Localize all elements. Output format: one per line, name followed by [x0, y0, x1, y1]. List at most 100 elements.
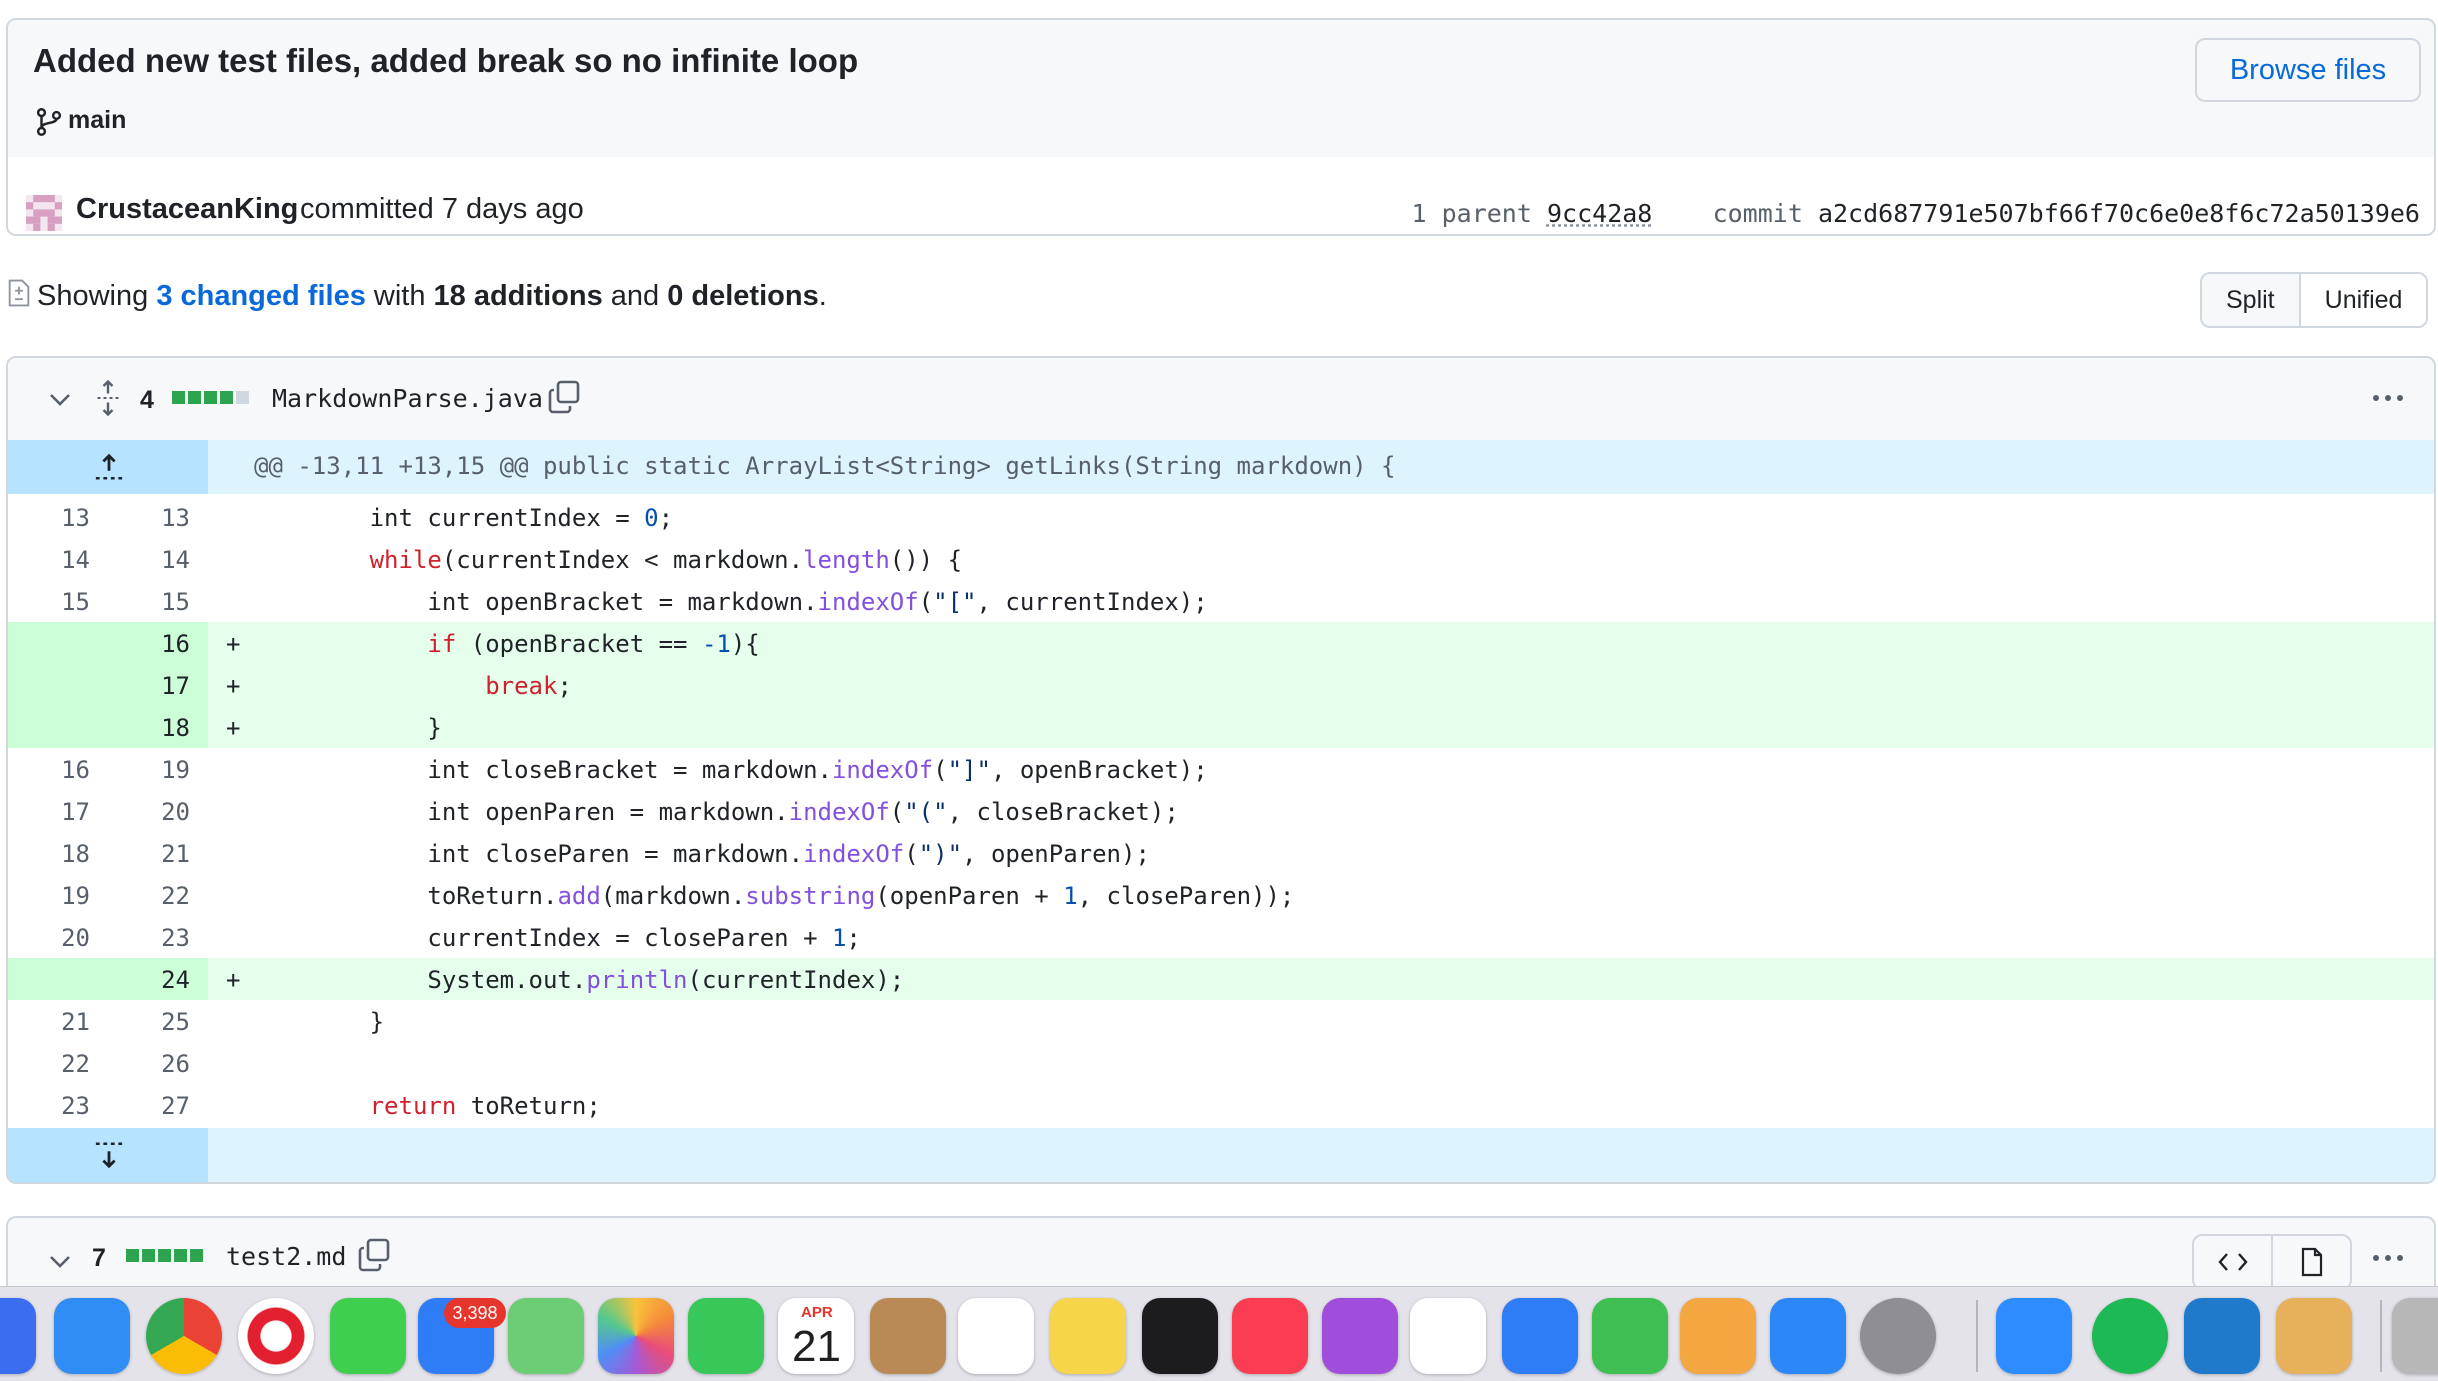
old-line-number[interactable]: 16: [30, 756, 90, 784]
keynote-icon[interactable]: [1502, 1298, 1578, 1374]
copy-icon[interactable]: [358, 1238, 390, 1272]
notes-icon[interactable]: [1050, 1298, 1126, 1374]
calendar-month: APR: [801, 1304, 833, 1321]
code-token: "]": [947, 756, 991, 784]
old-line-number[interactable]: 19: [30, 882, 90, 910]
dock-divider: [1976, 1300, 1978, 1372]
new-line-number[interactable]: 20: [130, 798, 190, 826]
new-line-number[interactable]: 23: [130, 924, 190, 952]
file-name[interactable]: test2.md: [226, 1242, 346, 1271]
chevron-down-icon[interactable]: [48, 392, 72, 408]
copy-icon[interactable]: [548, 380, 580, 414]
old-line-number[interactable]: 23: [30, 1092, 90, 1120]
code-token: , currentIndex);: [976, 588, 1208, 616]
music-icon[interactable]: [1232, 1298, 1308, 1374]
code-token: if: [427, 630, 457, 658]
avatar[interactable]: [26, 195, 62, 231]
rich-view-button[interactable]: [2271, 1236, 2350, 1288]
code-token: (: [889, 798, 905, 826]
old-line-number[interactable]: 20: [30, 924, 90, 952]
old-line-number[interactable]: 13: [30, 504, 90, 532]
new-line-number[interactable]: 18: [130, 714, 190, 742]
chrome-icon[interactable]: [146, 1298, 222, 1374]
parent-sha-link[interactable]: 9cc42a8: [1547, 199, 1652, 228]
maps-icon[interactable]: [508, 1298, 584, 1374]
photos-icon[interactable]: [598, 1298, 674, 1374]
code-line: int currentIndex = 0;: [254, 504, 673, 532]
new-line-number[interactable]: 15: [130, 588, 190, 616]
reminders-icon[interactable]: [958, 1298, 1034, 1374]
app-store-icon[interactable]: [1770, 1298, 1846, 1374]
browse-files-button[interactable]: Browse files: [2195, 38, 2421, 102]
old-line-number[interactable]: 14: [30, 546, 90, 574]
new-line-number[interactable]: 14: [130, 546, 190, 574]
commit-time: committed 7 days ago: [300, 193, 584, 225]
zoom-icon[interactable]: [1996, 1298, 2072, 1374]
numbers-icon[interactable]: [1592, 1298, 1668, 1374]
more-options-icon[interactable]: [2368, 1248, 2408, 1268]
file-name[interactable]: MarkdownParse.java: [272, 384, 543, 413]
new-line-number[interactable]: 26: [130, 1050, 190, 1078]
diff-line-added: 24 + System.out.println(currentIndex);: [8, 958, 2434, 1000]
new-line-number[interactable]: 17: [130, 672, 190, 700]
apple-tv-icon[interactable]: [1142, 1298, 1218, 1374]
code-line: while(currentIndex < markdown.length()) …: [254, 546, 962, 574]
expand-down-icon[interactable]: [94, 1140, 124, 1170]
new-line-number[interactable]: 24: [130, 966, 190, 994]
expand-all-icon[interactable]: [96, 380, 120, 416]
code-token: (openParen +: [875, 882, 1064, 910]
new-line-number[interactable]: 25: [130, 1008, 190, 1036]
new-line-number[interactable]: 27: [130, 1092, 190, 1120]
facetime-icon[interactable]: [688, 1298, 764, 1374]
new-line-number[interactable]: 21: [130, 840, 190, 868]
old-line-number[interactable]: 15: [30, 588, 90, 616]
code-token: ")": [918, 840, 963, 868]
old-line-number[interactable]: 18: [30, 840, 90, 868]
commit-author[interactable]: CrustaceanKing: [76, 193, 298, 226]
vscode-icon[interactable]: [2184, 1298, 2260, 1374]
diffstat-block: [158, 1249, 171, 1262]
spotify-icon[interactable]: [2092, 1298, 2168, 1374]
new-line-number[interactable]: 19: [130, 756, 190, 784]
new-line-number[interactable]: 13: [130, 504, 190, 532]
commit-label: commit: [1712, 199, 1803, 228]
code-token: "(": [904, 798, 948, 826]
expand-up-icon[interactable]: [94, 452, 124, 482]
more-options-icon[interactable]: [2368, 388, 2408, 408]
code-token: ()) {: [889, 546, 963, 574]
news-icon[interactable]: [1410, 1298, 1486, 1374]
pages-icon[interactable]: [1680, 1298, 1756, 1374]
podcasts-icon[interactable]: [1322, 1298, 1398, 1374]
changed-files-link[interactable]: 3 changed files: [156, 280, 366, 312]
old-line-number[interactable]: 17: [30, 798, 90, 826]
old-line-number[interactable]: 22: [30, 1050, 90, 1078]
file-changes-count: 4: [140, 386, 154, 414]
old-line-number[interactable]: 21: [30, 1008, 90, 1036]
system-settings-icon[interactable]: [1860, 1298, 1936, 1374]
launchpad-icon[interactable]: [0, 1298, 36, 1374]
code-token: 1: [1063, 882, 1078, 910]
code-token: , closeParen));: [1077, 882, 1295, 910]
new-line-number[interactable]: 22: [130, 882, 190, 910]
new-line-number[interactable]: 16: [130, 630, 190, 658]
safari-icon[interactable]: [54, 1298, 130, 1374]
user-thumbnail-icon[interactable]: [2392, 1298, 2438, 1374]
calendar-day: 21: [792, 1322, 841, 1371]
java-installer-icon[interactable]: [2276, 1298, 2352, 1374]
code-token: int openBracket = markdown.: [254, 588, 818, 616]
unified-view-button[interactable]: Unified: [2298, 274, 2427, 326]
source-view-button[interactable]: [2194, 1236, 2271, 1288]
branch-name[interactable]: main: [68, 106, 126, 135]
diff-line-context: 13 13 int currentIndex = 0;: [8, 496, 2434, 538]
contacts-icon[interactable]: [870, 1298, 946, 1374]
diff-line-context: 16 19 int closeBracket = markdown.indexOf…: [8, 748, 2434, 790]
code-token: 0: [644, 504, 659, 532]
code-token: indexOf: [803, 840, 905, 868]
code-token: toReturn;: [456, 1092, 601, 1120]
split-view-button[interactable]: Split: [2202, 274, 2299, 326]
diff-view-toggle: Split Unified: [2200, 272, 2429, 328]
opera-icon[interactable]: [238, 1298, 314, 1374]
chevron-down-icon[interactable]: [48, 1254, 72, 1270]
messages-icon[interactable]: [330, 1298, 406, 1374]
